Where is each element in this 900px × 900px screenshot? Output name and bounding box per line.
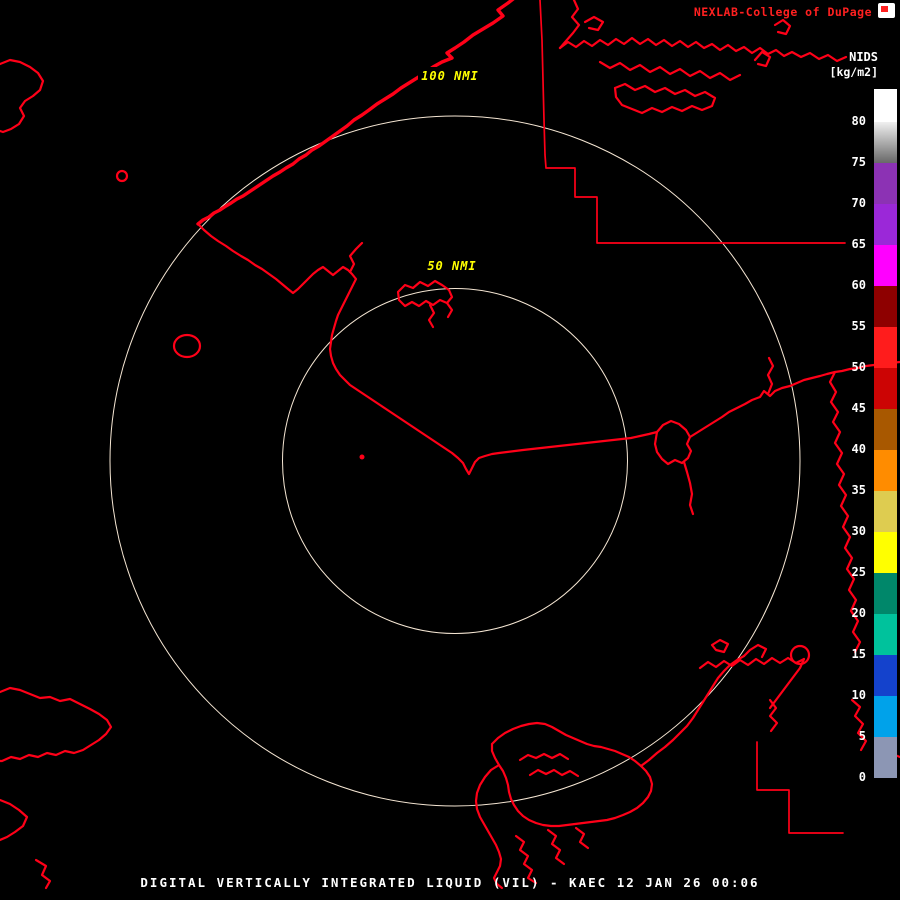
colorbar-segment (874, 286, 897, 327)
creek-north-center-2 (445, 301, 454, 319)
colorbar-segment (874, 163, 897, 204)
colorbar-segment (874, 696, 897, 737)
range-rings (109, 115, 801, 807)
colorbar-segment (874, 532, 897, 573)
island-cluster-northeast-4 (613, 82, 717, 115)
colorbar-segment (874, 89, 897, 122)
creek-north-center (427, 303, 436, 329)
ring-label-50: 50 NMI (427, 259, 476, 273)
colorbar-segment (874, 245, 897, 286)
coastline-southeast-1 (698, 656, 806, 670)
coastline-south-complex (490, 721, 654, 828)
colorbar-segment (874, 737, 897, 778)
colorbar-segment (874, 655, 897, 696)
island-cluster-northeast-3 (598, 60, 742, 82)
colorbar-units: [kg/m2] (829, 65, 878, 79)
island-south-detail-2 (528, 768, 580, 778)
colorbar-segment (874, 450, 897, 491)
coastline-southeast-3 (742, 643, 768, 659)
boundary-lines-north (539, 0, 846, 244)
island-south-detail-5 (574, 826, 590, 850)
range-ring-50 (282, 288, 628, 634)
radar-display: 100 NMI 50 NMI NEXLAB-College of DuPage … (0, 0, 900, 900)
coastline-southeast-2 (768, 657, 806, 710)
lake-west (172, 333, 202, 359)
islet-northeast-b (773, 18, 792, 36)
island-cluster-northeast-1 (558, 36, 848, 63)
pond-northwest (115, 169, 129, 183)
colorbar-segment (874, 491, 897, 532)
map-outlines (0, 0, 900, 890)
colorbar-segment (874, 327, 897, 368)
island-south-detail-1 (518, 752, 570, 762)
colorbar-segment (874, 122, 897, 163)
brand-watermark: NEXLAB-College of DuPage (693, 5, 872, 19)
islet-northeast-c (583, 15, 605, 32)
islet-center (359, 454, 365, 460)
boundary-steps-southeast (756, 741, 844, 834)
river-northeast (766, 356, 775, 396)
coastline-east (688, 360, 900, 439)
coastline-notch (348, 241, 364, 274)
bay-east (653, 419, 693, 466)
product-caption: DIGITAL VERTICALLY INTEGRATED LIQUID (VI… (140, 875, 760, 890)
colorbar-segment (874, 204, 897, 245)
river-east (682, 460, 695, 516)
colorbar (874, 0, 897, 900)
ring-label-100: 100 NMI (421, 69, 479, 83)
coastline-southeast-4 (850, 698, 868, 752)
coastline-southwest-peninsula (0, 686, 113, 763)
coastline-right-edge (828, 370, 862, 654)
coastline-southeast-6 (768, 698, 779, 733)
colorbar-segment (874, 573, 897, 614)
colorbar-segment (874, 614, 897, 655)
colorbar-segment (874, 409, 897, 450)
colorbar-segment (874, 368, 897, 409)
coastline-south-tail (474, 763, 504, 890)
coastline-southwest-2 (0, 798, 29, 842)
lake-north-center (396, 279, 454, 308)
coastline-northwest-corner (0, 58, 45, 134)
island-south-detail-4 (546, 828, 566, 866)
coastline-northwest (196, 0, 515, 226)
range-ring-100 (109, 115, 801, 807)
ring-labels: 100 NMI 50 NMI (418, 67, 482, 273)
island-cluster-northeast-2 (558, 0, 581, 50)
islet-southeast (710, 638, 730, 654)
radar-map: 100 NMI 50 NMI (0, 0, 900, 890)
